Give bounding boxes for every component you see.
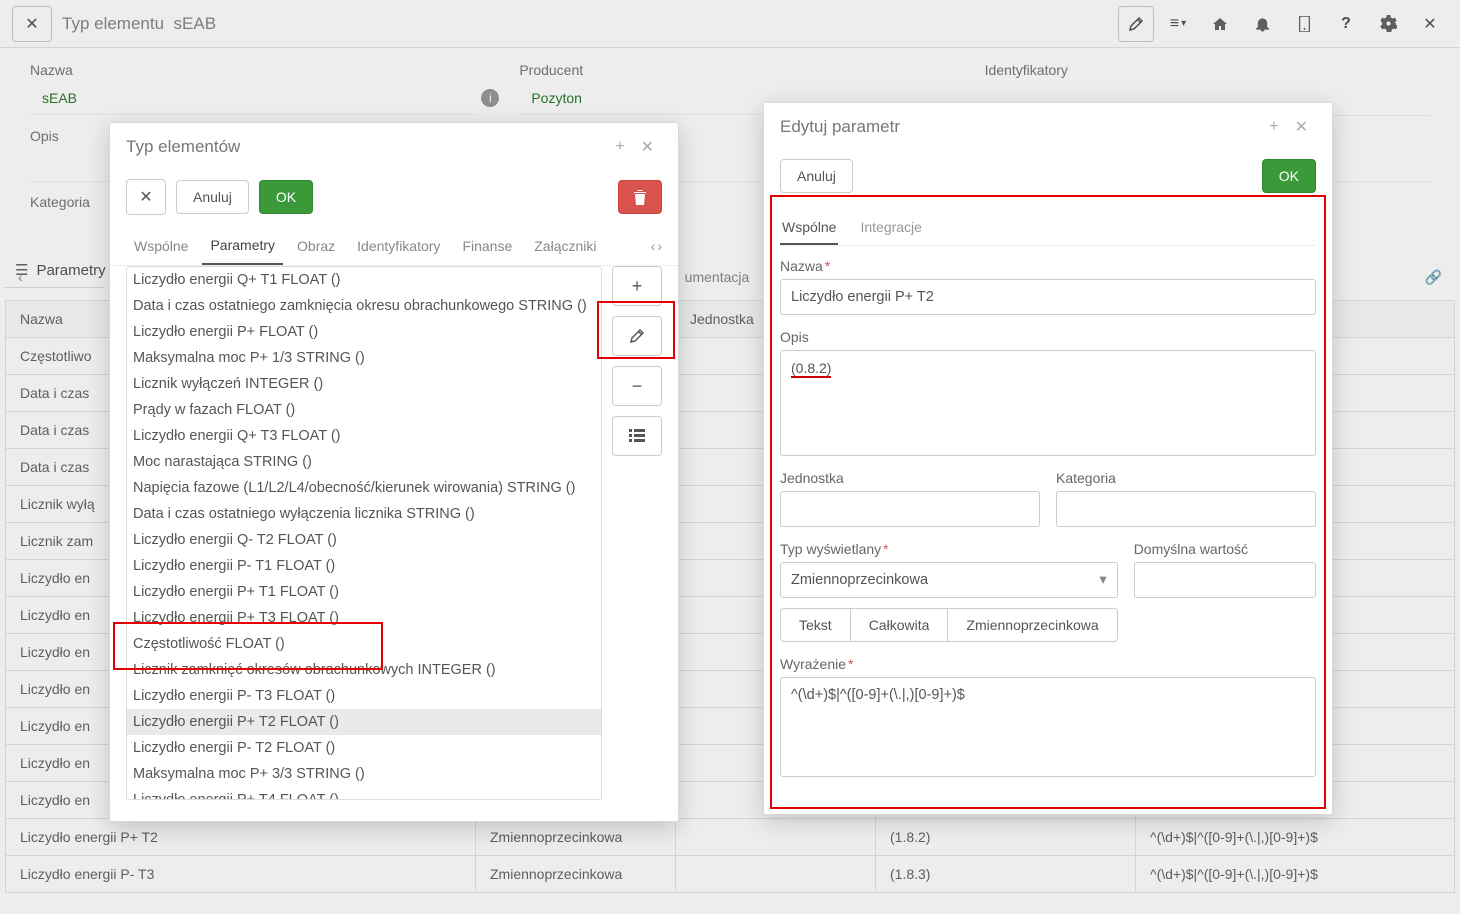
tab-finanse[interactable]: Finanse — [454, 228, 520, 264]
list-item[interactable]: Liczydło energii P- T2 FLOAT () — [127, 735, 601, 761]
opis-textarea[interactable]: (0.8.2) — [780, 350, 1316, 456]
type-button-group: Tekst Całkowita Zmiennoprzecinkowa — [780, 608, 1118, 642]
opis-value: (0.8.2) — [791, 360, 831, 378]
dialog-param-toolbar: Anuluj OK — [764, 151, 1332, 205]
list-item[interactable]: Maksymalna moc P+ 3/3 STRING () — [127, 761, 601, 787]
dialog-types-header: Typ elementów + ✕ — [110, 123, 678, 171]
chevron-left-icon[interactable]: ‹ — [651, 238, 656, 254]
tab-integracje[interactable]: Integracje — [858, 211, 923, 245]
kategoria-label: Kategoria — [1056, 470, 1316, 486]
type-zmiennoprzecinkowa-button[interactable]: Zmiennoprzecinkowa — [948, 608, 1117, 642]
field-kategoria: Kategoria — [1056, 470, 1316, 527]
close-icon[interactable]: ✕ — [633, 133, 662, 161]
list-item[interactable]: Liczydło energii Q+ T1 FLOAT () — [127, 267, 601, 293]
nazwa-label: Nazwa — [780, 258, 823, 274]
chevron-right-icon[interactable]: › — [657, 238, 662, 254]
dialog-types-title: Typ elementów — [126, 137, 240, 157]
list-item[interactable]: Prądy w fazach FLOAT () — [127, 397, 601, 423]
tab-parametry[interactable]: Parametry — [202, 227, 283, 265]
dialog-types-toolbar: ✕ Anuluj OK — [110, 171, 678, 227]
add-icon[interactable]: + — [607, 134, 632, 160]
jednostka-input[interactable] — [780, 491, 1040, 527]
list-item[interactable]: Liczydło energii Q+ T3 FLOAT () — [127, 423, 601, 449]
chevron-down-icon: ▾ — [1099, 572, 1106, 588]
list-item[interactable]: Licznik zamknięć okresów obrachunkowych … — [127, 657, 601, 683]
dialog-param-title: Edytuj parametr — [780, 117, 900, 137]
dialog-param-header: Edytuj parametr + ✕ — [764, 103, 1332, 151]
domyslna-label: Domyślna wartość — [1134, 541, 1316, 557]
list-item[interactable]: Data i czas ostatniego wyłączenia liczni… — [127, 501, 601, 527]
type-calkowita-button[interactable]: Całkowita — [851, 608, 949, 642]
domyslna-input[interactable] — [1134, 562, 1316, 598]
typ-wys-label: Typ wyświetlany — [780, 541, 881, 557]
cancel-button[interactable]: Anuluj — [780, 159, 853, 193]
param-tabs: Wspólne Integracje — [780, 211, 1316, 246]
nazwa-input[interactable] — [780, 279, 1316, 315]
types-list[interactable]: Liczydło energii Q+ T1 FLOAT ()Data i cz… — [126, 266, 602, 800]
dialog-types-tabs: Wspólne Parametry Obraz Identyfikatory F… — [110, 227, 678, 266]
dialog-param-body: Wspólne Integracje Nazwa* Opis (0.8.2) J… — [764, 205, 1332, 814]
list-view-button[interactable] — [612, 416, 662, 456]
ok-button[interactable]: OK — [259, 180, 313, 214]
list-item[interactable]: Maksymalna moc P+ 1/3 STRING () — [127, 345, 601, 371]
list-item[interactable]: Napięcia fazowe (L1/L2/L4/obecność/kieru… — [127, 475, 601, 501]
ok-button[interactable]: OK — [1262, 159, 1316, 193]
type-tekst-button[interactable]: Tekst — [780, 608, 851, 642]
edit-item-button[interactable] — [612, 316, 662, 356]
list-item[interactable]: Liczydło energii P+ T3 FLOAT () — [127, 605, 601, 631]
list-item[interactable]: Liczydło energii P+ T1 FLOAT () — [127, 579, 601, 605]
remove-item-button[interactable]: − — [612, 366, 662, 406]
add-item-button[interactable]: + — [612, 266, 662, 306]
wyrazenie-input[interactable] — [780, 677, 1316, 777]
tab-identyfikatory[interactable]: Identyfikatory — [349, 228, 448, 264]
wyrazenie-label: Wyrażenie — [780, 656, 846, 672]
close-icon[interactable]: ✕ — [1287, 113, 1316, 141]
list-item[interactable]: Liczydło energii P+ T4 FLOAT () — [127, 787, 601, 800]
dialog-close-button[interactable]: ✕ — [126, 179, 166, 215]
typ-wys-select[interactable]: Zmiennoprzecinkowa ▾ — [780, 562, 1118, 598]
cancel-button[interactable]: Anuluj — [176, 180, 249, 214]
list-side-buttons: + − — [612, 266, 662, 800]
tab-obraz[interactable]: Obraz — [289, 228, 343, 264]
dialog-edit-param: Edytuj parametr + ✕ Anuluj OK Wspólne In… — [763, 102, 1333, 815]
field-jednostka: Jednostka — [780, 470, 1040, 527]
list-item[interactable]: Data i czas ostatniego zamknięcia okresu… — [127, 293, 601, 319]
tab-wspolne[interactable]: Wspólne — [780, 211, 838, 245]
tab-wspolne[interactable]: Wspólne — [126, 228, 196, 264]
list-item[interactable]: Moc narastająca STRING () — [127, 449, 601, 475]
field-opis: Opis (0.8.2) — [780, 329, 1316, 456]
list-item[interactable]: Licznik wyłączeń INTEGER () — [127, 371, 601, 397]
add-icon[interactable]: + — [1261, 114, 1286, 140]
list-item[interactable]: Częstotliwość FLOAT () — [127, 631, 601, 657]
list-item[interactable]: Liczydło energii Q- T2 FLOAT () — [127, 527, 601, 553]
list-item[interactable]: Liczydło energii P+ T2 FLOAT () — [127, 709, 601, 735]
field-nazwa: Nazwa* — [780, 258, 1316, 315]
field-wyrazenie: Wyrażenie* — [780, 656, 1316, 780]
delete-button[interactable] — [618, 180, 662, 214]
jednostka-label: Jednostka — [780, 470, 1040, 486]
list-item[interactable]: Liczydło energii P- T1 FLOAT () — [127, 553, 601, 579]
list-item[interactable]: Liczydło energii P- T3 FLOAT () — [127, 683, 601, 709]
opis-label: Opis — [780, 329, 1316, 345]
tab-zalaczniki[interactable]: Załączniki — [526, 228, 604, 264]
field-domyslna: Domyślna wartość — [1134, 541, 1316, 642]
list-item[interactable]: Liczydło energii P+ FLOAT () — [127, 319, 601, 345]
field-typ-wyswietlany: Typ wyświetlany* Zmiennoprzecinkowa ▾ Te… — [780, 541, 1118, 642]
dialog-element-types: Typ elementów + ✕ ✕ Anuluj OK Wspólne Pa… — [109, 122, 679, 822]
kategoria-input[interactable] — [1056, 491, 1316, 527]
